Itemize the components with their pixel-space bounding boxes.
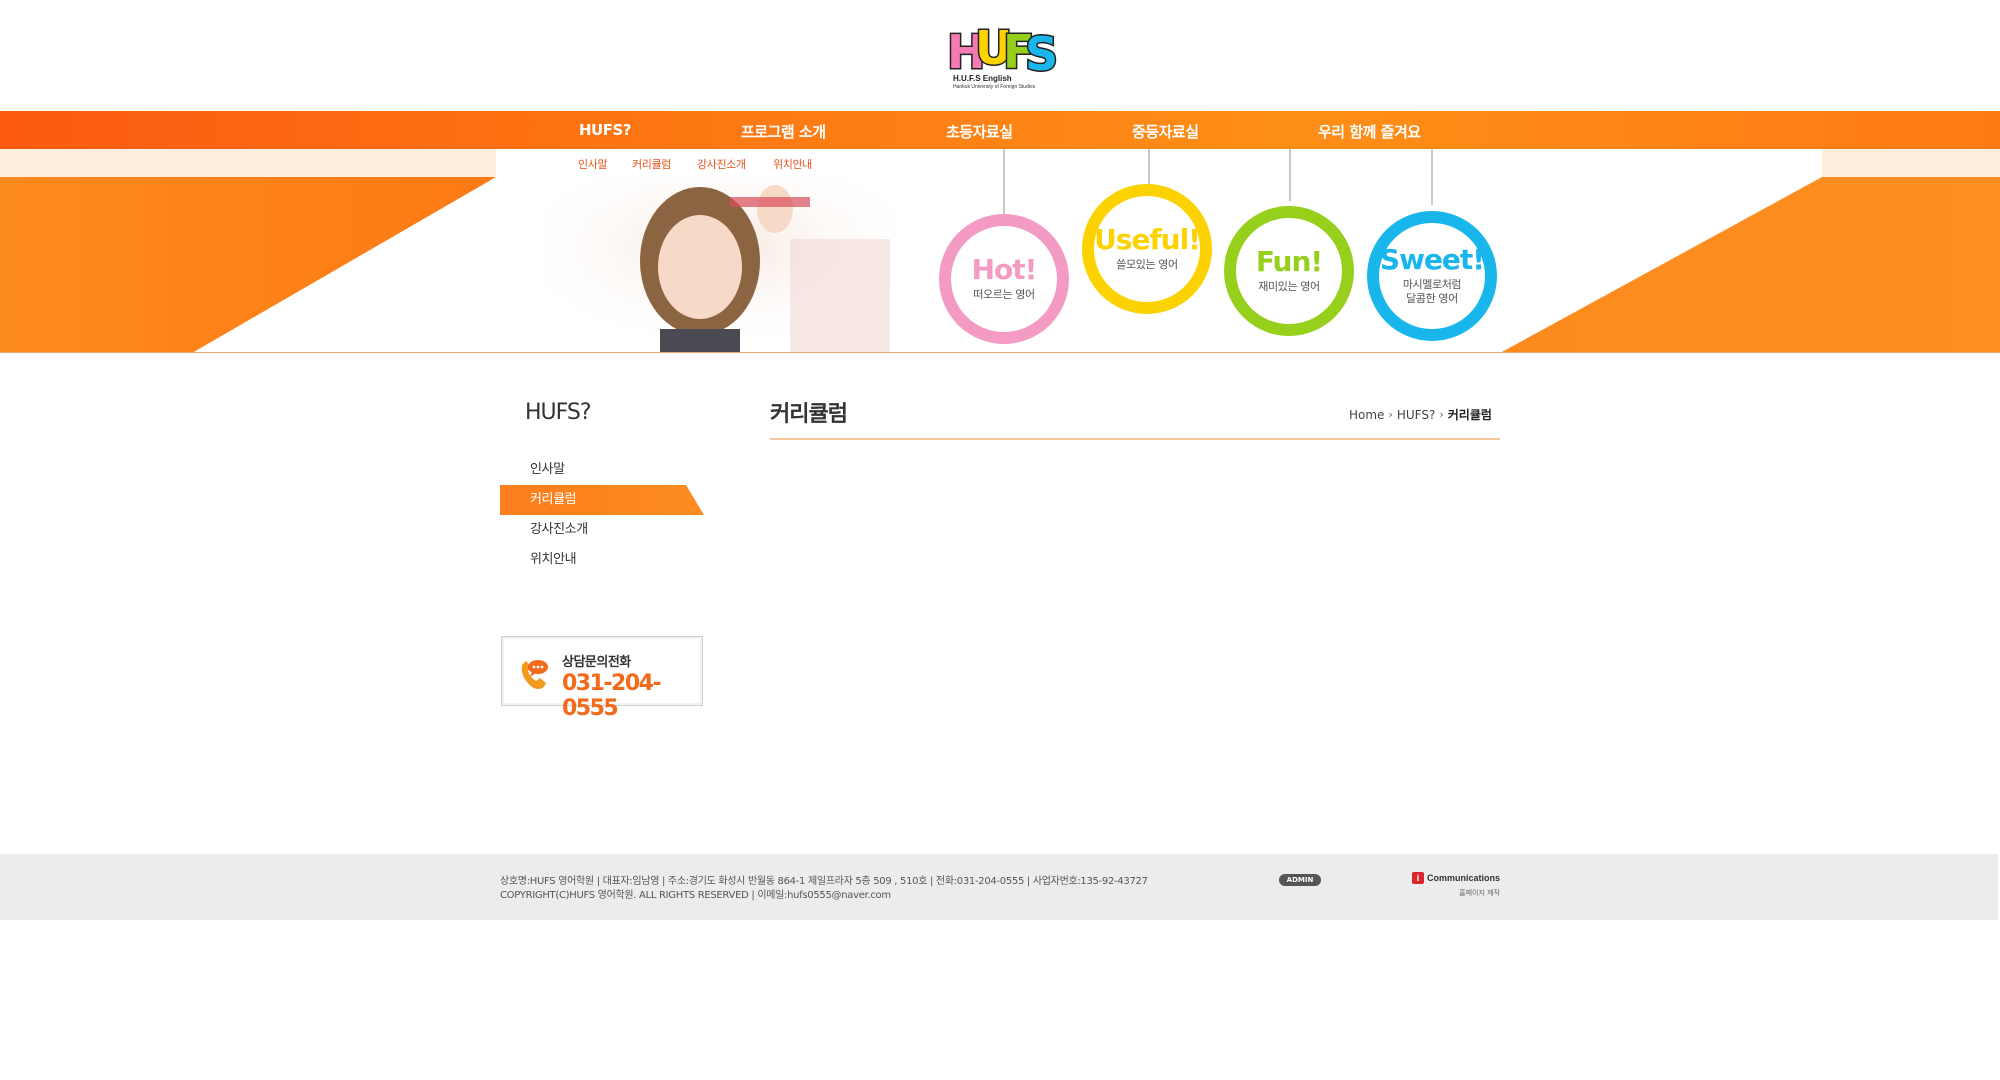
balloon-caption: 떠오르는 영어 [973,287,1035,301]
nav-item-middle[interactable]: 중등자료실 [1132,121,1199,142]
content-title-divider [770,438,1500,440]
breadcrumb-hufs[interactable]: HUFS? [1397,408,1435,422]
sidebar-title: HUFS? [525,400,592,425]
main-navigation: HUFS? 프로그램 소개 초등자료실 중등자료실 우리 함께 즐겨요 [0,111,2000,149]
nav-item-hufs[interactable]: HUFS? [579,121,632,139]
balloon-useful[interactable]: Useful! 쓸모있는 영어 [1082,184,1212,314]
sidebar-item-teachers[interactable]: 강사진소개 [500,515,704,545]
subnav-item-location[interactable]: 위치안내 [773,156,812,172]
footer-copyright: COPYRIGHT(C)HUFS 영어학원. ALL RIGHTS RESERV… [500,890,891,901]
main-visual-banner: Hot! 떠오르는 영어 Useful! 쓸모있는 영어 Fun! 재미있는 영… [0,149,2000,353]
balloon-sweet[interactable]: Sweet! 마시멜로처럼 달콤한 영어 [1367,211,1497,341]
breadcrumb: Home › HUFS? › 커리큘럼 [1349,406,1492,423]
maker-name: Communications [1426,873,1500,883]
phone-icon [521,660,548,689]
balloon-inner: Sweet! 마시멜로처럼 달콤한 영어 [1379,223,1485,329]
chevron-right-icon: › [1388,408,1393,421]
banner-divider [0,352,2000,353]
contact-label: 상담문의전화 [562,655,631,670]
page-title: 커리큘럼 [770,402,848,427]
breadcrumb-current: 커리큘럼 [1447,408,1492,422]
chevron-right-icon: › [1439,408,1444,421]
maker-logo: i Communications [1411,872,1500,884]
sidebar-item-greeting[interactable]: 인사말 [500,455,704,485]
subnav-item-greeting[interactable]: 인사말 [578,156,608,172]
balloon-word: Fun! [1255,244,1323,278]
breadcrumb-home[interactable]: Home [1349,408,1384,422]
balloon-word: Hot! [971,252,1038,286]
balloon-inner: Useful! 쓸모있는 영어 [1094,196,1201,302]
maker-credit[interactable]: i Communications 홈페이지 제작 [1408,872,1500,900]
subnav-item-curriculum[interactable]: 커리큘럼 [632,156,671,172]
contact-phone-box[interactable]: 상담문의전화 031-204-0555 [501,636,703,721]
balloon-hot[interactable]: Hot! 떠오르는 영어 [939,214,1069,344]
sub-navigation: 인사말 커리큘럼 강사진소개 위치안내 [0,149,2000,177]
hufs-logo-letters: H U F S [946,20,1058,79]
nav-item-program[interactable]: 프로그램 소개 [741,121,826,142]
sidebar-item-location[interactable]: 위치안내 [500,545,704,575]
maker-logo-icon: i [1411,872,1424,884]
balloon-fun[interactable]: Fun! 재미있는 영어 [1224,206,1354,336]
balloon-inner: Fun! 재미있는 영어 [1236,218,1342,324]
sidebar-item-curriculum[interactable]: 커리큘럼 [500,485,704,515]
footer-business-info: 상호명:HUFS 영어학원 | 대표자:임남영 | 주소:경기도 화성시 반월동… [500,876,1148,887]
logo-subtitle: Hankuk University of Foreign Studies [953,84,1036,90]
balloon-caption: 재미있는 영어 [1258,279,1320,293]
balloon-caption: 쓸모있는 영어 [1116,257,1178,271]
hufs-logo[interactable]: H U F S H.U.F.S English Hankuk Universit… [945,18,1058,94]
balloon-caption: 마시멜로처럼 달콤한 영어 [1402,277,1462,305]
logo-tagline: H.U.F.S English [953,74,1012,83]
maker-subtitle: 홈페이지 제작 [1459,889,1500,897]
nav-item-elementary[interactable]: 초등자료실 [946,121,1013,142]
nav-item-together[interactable]: 우리 함께 즐겨요 [1318,121,1421,142]
balloon-word: Sweet! [1379,242,1485,276]
logo-letter-s: S [1025,27,1057,78]
footer: 상호명:HUFS 영어학원 | 대표자:임남영 | 주소:경기도 화성시 반월동… [0,854,1998,920]
admin-button[interactable]: ADMIN [1279,874,1321,886]
balloon-word: Useful! [1094,222,1201,256]
subnav-item-teachers[interactable]: 강사진소개 [697,156,746,172]
balloon-inner: Hot! 떠오르는 영어 [951,226,1057,332]
contact-phone-number: 031-204-0555 [562,671,662,721]
